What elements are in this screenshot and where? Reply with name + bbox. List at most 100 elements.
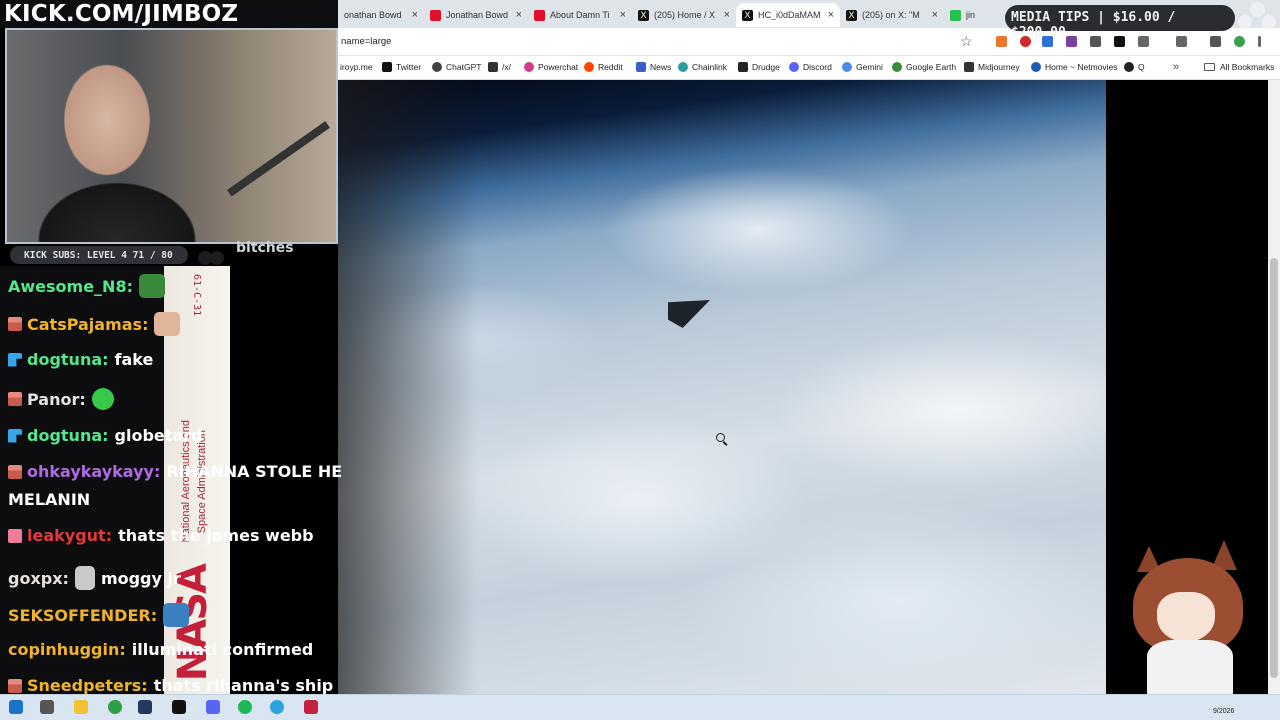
telegram-icon[interactable] <box>270 700 284 714</box>
browser-tab[interactable]: X (205) Home / X × <box>632 3 736 27</box>
chat-message: SEKSOFFENDER: <box>8 603 190 627</box>
chat-username[interactable]: Sneedpeters: <box>27 676 148 695</box>
chat-text: moggy jr <box>100 568 181 588</box>
gift-badge-icon <box>8 317 22 331</box>
subs-progress-label: KICK SUBS: LEVEL 4 71 / 80 <box>24 250 173 261</box>
microphone-arm <box>227 121 330 197</box>
browser-tab[interactable]: X (205) on X: "M × <box>840 3 944 27</box>
netmovies-icon <box>1031 62 1041 72</box>
steam-icon[interactable] <box>138 700 152 714</box>
x-icon: X <box>638 9 649 21</box>
chat-username[interactable]: Awesome_N8: <box>8 277 133 296</box>
zoom-in-cursor-icon <box>716 433 725 442</box>
close-tab-icon[interactable]: × <box>932 9 938 21</box>
bookmark-item[interactable]: /x/ <box>488 62 511 72</box>
chat-text: illuminati confirmed <box>131 640 314 659</box>
webcam-feed <box>5 28 338 244</box>
chat-username[interactable]: SEKSOFFENDER: <box>8 606 157 625</box>
url-input[interactable]: name=large <box>341 36 391 47</box>
chat-message: ohkaykaykayy: RIHANNA STOLE HE <box>8 462 342 481</box>
chat-text: fake <box>114 350 154 369</box>
chat-username[interactable]: dogtuna: <box>27 350 109 369</box>
close-tab-icon[interactable]: × <box>516 9 522 21</box>
hands-emote-icon <box>74 566 95 590</box>
menu-dots-icon[interactable] <box>1258 36 1261 47</box>
scrollbar[interactable] <box>1268 80 1280 694</box>
app-icon[interactable] <box>304 700 318 714</box>
drudge-icon <box>738 62 748 72</box>
profile-avatar-icon[interactable] <box>1234 36 1245 47</box>
youtube-icon <box>534 9 545 21</box>
chrome-icon[interactable] <box>108 700 122 714</box>
tab-title: (205) on X: "M <box>862 10 920 20</box>
tab-title: jin <box>966 10 976 20</box>
chat-username[interactable]: dogtuna: <box>27 426 109 445</box>
windows-start-icon[interactable] <box>9 700 23 714</box>
close-tab-icon[interactable]: × <box>620 9 626 21</box>
earth-orbit-image[interactable] <box>338 80 1106 694</box>
chat-username[interactable]: CatsPajamas: <box>27 315 148 334</box>
bookmark-item[interactable]: Twitter <box>382 62 421 72</box>
channel-url: KICK.COM/JIMBOZ <box>4 1 239 27</box>
chat-message: goxpx: moggy jr <box>8 566 181 590</box>
chat-username[interactable]: Panor: <box>27 390 86 409</box>
browser-tab-active[interactable]: X HC_i0dDaMAM × <box>736 3 840 27</box>
spotify-icon[interactable] <box>238 700 252 714</box>
chat-username[interactable]: copinhuggin: <box>8 640 126 659</box>
bookmark-item[interactable]: Chainlink <box>678 62 727 72</box>
google-earth-icon <box>892 62 902 72</box>
reddit-icon <box>584 62 594 72</box>
tab-title: onathan Bowd <box>344 10 402 20</box>
chat-username[interactable]: ohkaykaykayy: <box>27 462 160 481</box>
bookmark-star-icon[interactable]: ☆ <box>960 33 973 50</box>
hammer-badge-icon <box>8 428 22 443</box>
gift-badge-icon <box>8 392 22 406</box>
bookmark-item[interactable]: Powerchat <box>524 62 578 72</box>
terminal-icon[interactable] <box>172 700 186 714</box>
youtube-icon <box>430 9 441 21</box>
scrollbar-thumb[interactable] <box>1270 258 1278 678</box>
bookmark-item[interactable]: Gemini <box>842 62 883 72</box>
bookmark-item[interactable]: iroyp.me <box>340 62 373 72</box>
nasa-serial: 61-C-31 <box>191 274 202 317</box>
browser-tab[interactable]: onathan Bowd × <box>338 3 424 27</box>
browser-tab[interactable]: jin <box>944 3 1004 27</box>
chat-message: Sneedpeters: thats rihanna's ship <box>8 676 333 695</box>
all-bookmarks-button[interactable]: All Bookmarks <box>1204 62 1274 72</box>
bookmark-item[interactable]: Q <box>1124 62 1145 72</box>
chat-username[interactable]: leakygut: <box>27 526 112 545</box>
tab-title: About Damn Ti <box>550 10 610 20</box>
chat-message: CatsPajamas: <box>8 312 181 336</box>
bookmark-item[interactable]: Drudge <box>738 62 780 72</box>
midjourney-icon <box>964 62 974 72</box>
close-tab-icon[interactable]: × <box>828 9 834 21</box>
close-tab-icon[interactable]: × <box>724 9 730 21</box>
close-tab-icon[interactable]: × <box>412 9 418 21</box>
clock-date[interactable]: 9/2026 <box>1213 708 1234 715</box>
task-view-icon[interactable] <box>40 700 54 714</box>
bookmark-item[interactable]: News <box>636 62 671 72</box>
bookmark-item[interactable]: ChatGPT <box>432 62 481 72</box>
earth-emote-icon <box>163 603 190 627</box>
q-icon <box>1124 62 1134 72</box>
browser-tab[interactable]: About Damn Ti × <box>528 3 632 27</box>
bookmark-item[interactable]: Discord <box>789 62 832 72</box>
bookmark-item[interactable]: Midjourney <box>964 62 1020 72</box>
grid-icon <box>488 62 498 72</box>
chevron-right-icon[interactable]: » <box>1173 61 1179 73</box>
discord-icon[interactable] <box>206 700 220 714</box>
gift-badge-icon <box>8 678 22 693</box>
bookmark-item[interactable]: Google Earth <box>892 62 956 72</box>
metamask-icon[interactable] <box>996 36 1007 47</box>
browser-tab[interactable]: Jonathan Bowd × <box>424 3 528 27</box>
bookmark-item[interactable]: Home ~ Netmovies <box>1031 62 1118 72</box>
nasa-text-line: Space Administration <box>196 430 208 534</box>
chat-text: thats rihanna's ship <box>153 676 334 695</box>
powerchat-icon <box>524 62 534 72</box>
tab-title: Jonathan Bowd <box>446 10 509 20</box>
bookmark-item[interactable]: Reddit <box>584 62 623 72</box>
chainlink-icon <box>678 62 688 72</box>
chat-username[interactable]: goxpx: <box>8 569 69 588</box>
file-explorer-icon[interactable] <box>74 700 88 714</box>
stream-title-banner: KICK.COM/JIMBOZ <box>0 0 338 28</box>
